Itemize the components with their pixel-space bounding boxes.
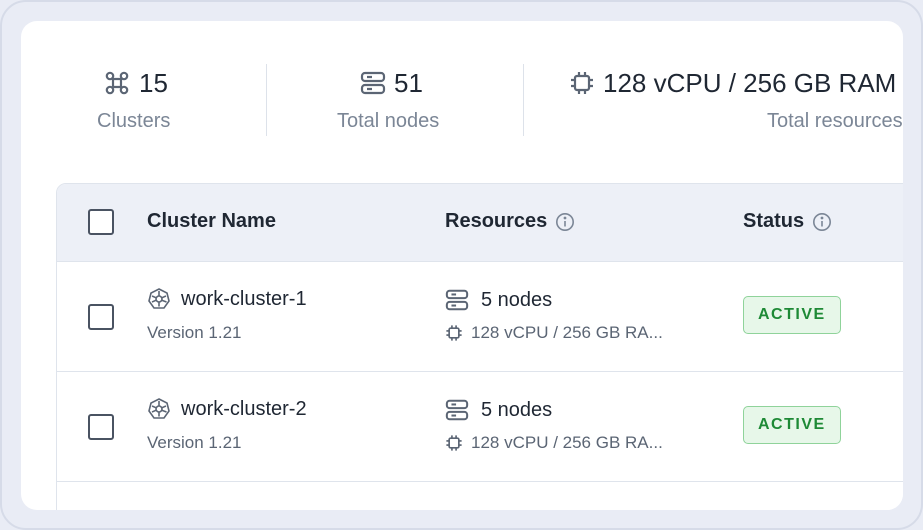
cluster-version: Version 1.21 (147, 323, 242, 342)
stat-divider (266, 64, 267, 136)
stat-total-resources: 128 vCPU / 256 GB RAM Total resources (569, 67, 903, 133)
stat-clusters: 15 Clusters (97, 67, 170, 133)
cluster-icon (103, 69, 131, 97)
stat-nodes-label: Total nodes (337, 110, 440, 132)
stat-resources-value: 128 vCPU / 256 GB RAM (603, 67, 897, 98)
column-header-status[interactable]: Status (743, 210, 832, 233)
server-icon (445, 288, 469, 312)
node-count: 5 nodes (481, 288, 553, 311)
row-checkbox[interactable] (88, 304, 114, 330)
stat-total-nodes: 51 Total nodes (337, 67, 439, 133)
resource-summary: 128 vCPU / 256 GB RA... (471, 323, 663, 342)
clusters-card: 15 Clusters 51 Total nodes 128 vCPU / 25… (21, 21, 903, 510)
info-icon[interactable] (812, 212, 832, 232)
status-badge: ACTIVE (743, 296, 841, 334)
cpu-icon (569, 70, 595, 96)
node-count: 5 nodes (481, 398, 553, 421)
select-all-checkbox[interactable] (88, 209, 114, 235)
cluster-version: Version 1.21 (147, 433, 242, 452)
cpu-icon (445, 324, 463, 342)
column-header-resources[interactable]: Resources (445, 210, 575, 233)
stat-clusters-label: Clusters (97, 110, 171, 132)
resource-summary: 128 vCPU / 256 GB RA... (471, 433, 663, 452)
row-checkbox[interactable] (88, 414, 114, 440)
status-badge: ACTIVE (743, 406, 841, 444)
kubernetes-icon (147, 397, 171, 421)
stat-nodes-value: 51 (394, 67, 423, 98)
info-icon[interactable] (555, 212, 575, 232)
column-header-cluster-name[interactable]: Cluster Name (147, 210, 276, 233)
cluster-name-link[interactable]: work-cluster-2 (181, 398, 307, 421)
kubernetes-icon (147, 287, 171, 311)
cpu-icon (445, 434, 463, 452)
table-row[interactable]: work-cluster-2 Version 1.21 5 nodes 128 … (57, 372, 903, 482)
stat-clusters-value: 15 (139, 67, 168, 98)
table-row[interactable]: work-cluster-1 Version 1.21 5 nodes 128 … (57, 262, 903, 372)
stat-divider (523, 64, 524, 136)
server-icon (360, 70, 386, 96)
server-icon (445, 398, 469, 422)
stat-resources-label: Total resources (767, 110, 903, 132)
table-header: Cluster Name Resources Status (57, 184, 903, 262)
clusters-table: Cluster Name Resources Status work-clust… (56, 183, 903, 510)
cluster-name-link[interactable]: work-cluster-1 (181, 288, 307, 311)
